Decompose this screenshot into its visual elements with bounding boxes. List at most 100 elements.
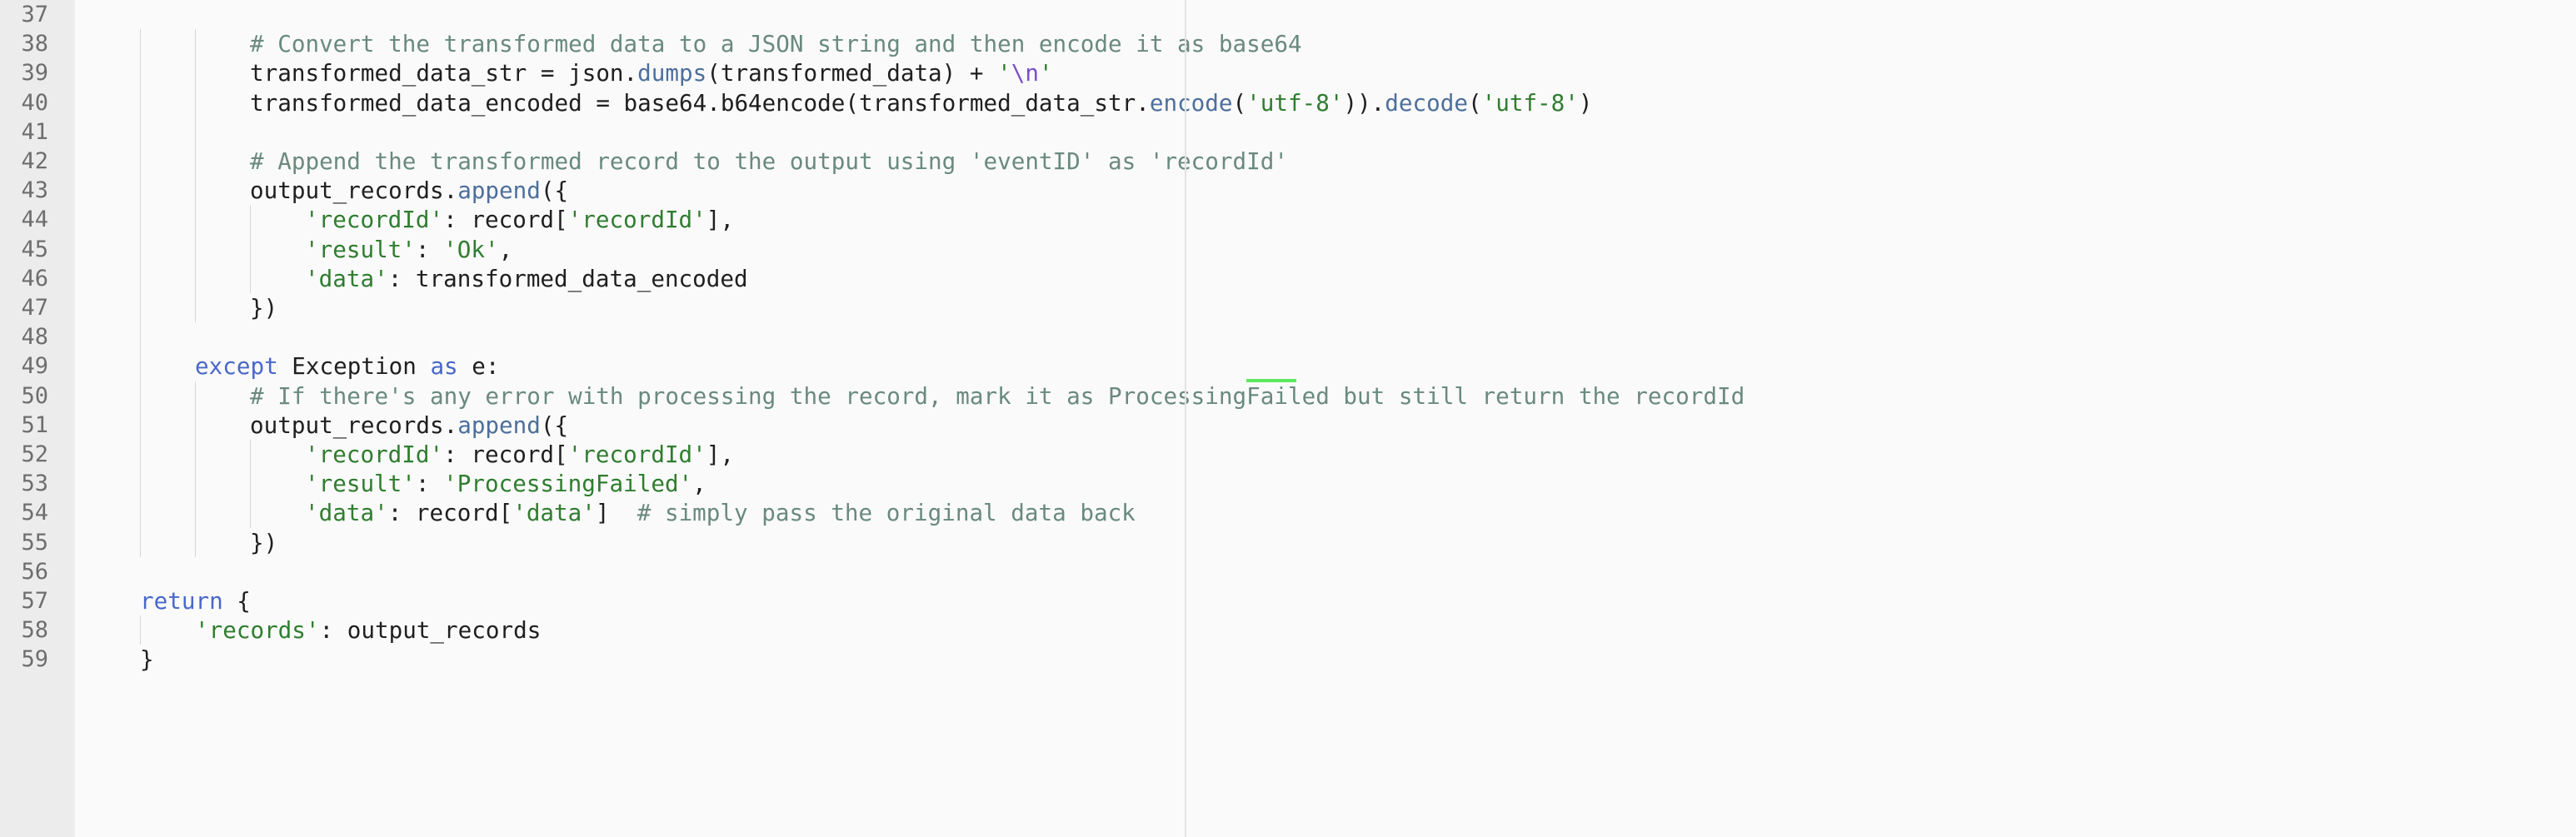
code-line: except Exception as e: [195,351,500,381]
code-token-plain: ( [1467,88,1482,117]
line-number: 51 [21,411,48,438]
code-token-plain: ] [595,499,637,527]
code-token-plain: output_records. [250,411,458,439]
code-token-string: 'recordId' [567,441,706,468]
code-token-string: 'utf-8' [1246,88,1344,117]
code-token-func: dumps [637,59,707,87]
code-token-string: 'records' [195,616,320,645]
cursor-marker [1246,379,1296,382]
code-line: 'result': 'Ok', [305,235,512,264]
code-line: output_records.append({ [250,411,568,440]
code-editor[interactable]: 37 38 39 40 41 42 43 44 45 46 47 48 49 50 51 52 53 54 55 56… [0,0,2576,837]
code-token-keyword: except [195,352,278,381]
line-number: 44 [21,207,48,233]
indent-guide [195,29,196,323]
code-line: # If there's any error with processing t… [250,381,1745,411]
code-token-plain: transformed_data_encoded = base64.b64enc… [250,88,1150,117]
code-token-keyword: as [430,352,458,381]
code-token-string: 'utf-8' [1481,88,1579,117]
line-number: 53 [21,471,48,497]
code-token-comment: # If there's any error with processing t… [250,381,1745,410]
line-number: 48 [21,324,48,351]
code-token-plain: : [415,470,444,498]
code-token-func: append [457,177,541,205]
code-token-func: decode [1385,88,1468,117]
line-number: 40 [21,89,48,116]
code-token-plain: ({ [540,411,569,439]
indent-guide [140,615,141,645]
code-line: transformed_data_encoded = base64.b64enc… [250,88,1593,117]
code-token-string: 'data' [305,499,388,527]
line-number: 38 [21,31,48,57]
code-token-plain: transformed_data_str = json. [250,59,638,87]
code-token-string: 'recordId' [305,441,444,468]
code-line: output_records.append({ [250,176,568,205]
code-token-plain: ({ [540,177,569,205]
indent-guide [140,29,141,557]
code-line: 'data': transformed_data_encoded [305,264,748,293]
line-number: 43 [21,177,48,204]
code-token-plain: : [415,235,444,263]
code-token-string: 'result' [305,470,416,498]
line-number: 52 [21,441,48,467]
code-token-plain: ) [1578,88,1593,117]
line-number: 56 [21,558,48,585]
code-token-string: 'data' [305,264,388,292]
code-token-string: 'data' [512,499,596,527]
indent-guide [195,381,196,557]
line-number: 55 [21,529,48,556]
line-number: 58 [21,617,48,644]
code-token-plain: }) [250,294,278,321]
code-token-plain: , [692,470,706,498]
code-token-comment: # Append the transformed record to the o… [250,147,1288,175]
code-token-keyword: return [140,587,223,615]
code-token-plain: : record[ [387,499,513,527]
code-token-string: ' [997,59,1011,87]
line-number: 49 [21,353,48,380]
code-line: 'records': output_records [195,615,541,645]
code-token-string: 'recordId' [567,206,706,234]
line-number: 47 [21,295,48,321]
code-token-plain: ], [706,441,735,468]
line-number: 54 [21,500,48,526]
line-number: 57 [21,588,48,614]
code-token-string: ' [1038,59,1053,87]
code-token-comment: # Convert the transformed data to a JSON… [250,30,1302,58]
code-token-escape: \n [1011,59,1039,87]
code-token-plain: , [498,235,513,263]
code-token-comment: # simply pass the original data back [637,499,1136,527]
code-line: # Append the transformed record to the o… [250,147,1288,176]
code-line: transformed_data_str = json.dumps(transf… [250,58,1053,87]
code-token-plain: output_records. [250,177,458,205]
code-line: 'result': 'ProcessingFailed', [305,469,706,498]
line-number: 41 [21,118,48,145]
code-token-string: 'Ok' [443,235,499,263]
code-token-plain: : transformed_data_encoded [387,264,748,292]
line-number: 37 [21,2,48,27]
code-token-plain: : record[ [443,206,568,234]
line-number: 46 [21,265,48,291]
indent-guide [250,440,251,528]
code-token-plain: ], [706,206,735,234]
code-token-func: encode [1149,88,1233,117]
code-token-plain: } [140,645,154,674]
code-token-func: append [457,411,541,439]
code-line: 'data': record['data'] # simply pass the… [305,498,1136,527]
code-token-plain: : record[ [443,441,568,468]
column-ruler [1185,0,1186,837]
code-token-plain: }) [250,528,278,556]
code-token-plain: Exception [277,352,431,381]
code-line: 'recordId': record['recordId'], [305,205,734,234]
code-token-string: 'ProcessingFailed' [443,470,693,498]
code-token-plain: (transformed_data) + [706,59,998,87]
code-token-plain: { [222,587,251,615]
code-line: }) [250,528,277,557]
code-line: 'recordId': record['recordId'], [305,440,734,469]
code-token-string: 'recordId' [305,206,444,234]
code-token-plain: ( [1232,88,1247,117]
line-number: 39 [21,60,48,87]
code-line: # Convert the transformed data to a JSON… [250,29,1302,58]
code-line: } [140,645,154,674]
line-number: 42 [21,148,48,174]
indent-guide [250,205,251,293]
